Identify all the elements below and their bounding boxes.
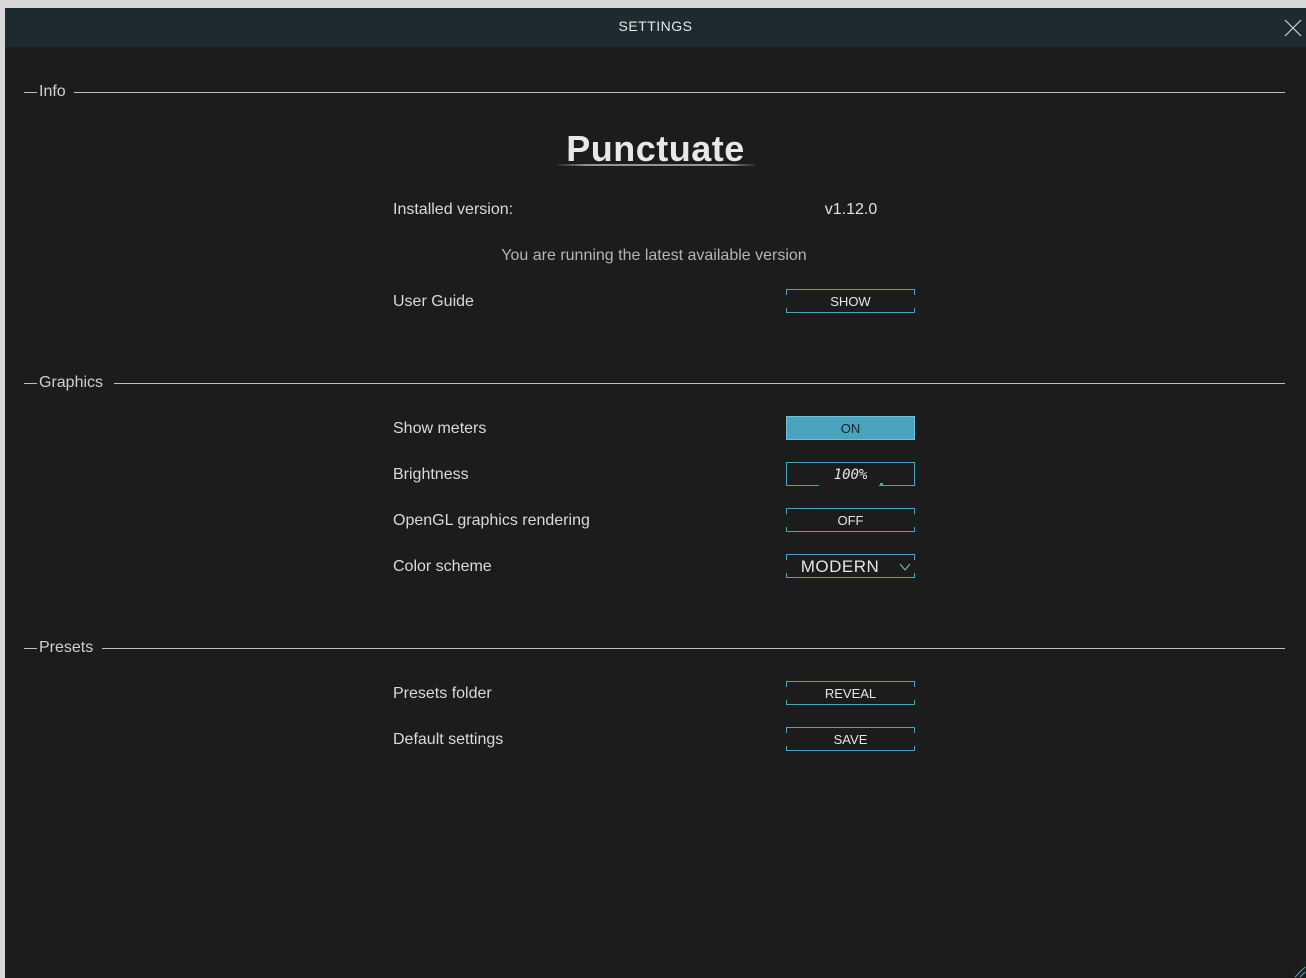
show-meters-toggle-label: ON — [840, 421, 861, 436]
section-header-presets: Presets — [24, 638, 1285, 658]
close-icon — [1284, 19, 1302, 37]
presets-folder-reveal-button[interactable]: REVEAL — [786, 681, 915, 705]
update-status-text: You are running the latest available ver… — [501, 247, 807, 264]
chevron-down-icon — [899, 563, 911, 571]
show-meters-toggle[interactable]: ON — [786, 416, 915, 440]
slider-track-gap — [819, 484, 879, 486]
brightness-label: Brightness — [393, 466, 469, 483]
section-divider — [102, 648, 1285, 649]
opengl-toggle[interactable]: OFF — [786, 508, 915, 532]
product-name-text: Punctuate — [566, 128, 745, 169]
user-guide-show-button-label: SHOW — [830, 294, 871, 309]
section-divider — [24, 92, 37, 93]
presets-folder-label: Presets folder — [393, 685, 492, 702]
section-divider — [24, 648, 37, 649]
section-header-info: Info — [24, 82, 1285, 102]
resize-grip-icon — [1294, 966, 1306, 978]
opengl-label: OpenGL graphics rendering — [393, 512, 590, 529]
default-settings-label: Default settings — [393, 731, 504, 748]
product-name: Punctuate — [558, 128, 755, 170]
color-scheme-value: MODERN — [800, 557, 880, 576]
presets-folder-reveal-button-label: REVEAL — [824, 686, 877, 701]
default-settings-save-button[interactable]: SAVE — [786, 727, 915, 751]
section-divider — [74, 92, 1285, 93]
product-logo: Punctuate — [5, 128, 1306, 170]
brightness-value: 100% — [833, 467, 868, 483]
installed-version-label: Installed version: — [393, 201, 514, 218]
slider-knob[interactable] — [880, 483, 883, 486]
close-button[interactable] — [1282, 17, 1304, 39]
color-scheme-dropdown[interactable]: MODERN — [786, 554, 915, 578]
user-guide-show-button[interactable]: SHOW — [786, 289, 915, 313]
settings-window: SETTINGS Info Punctuate Installed versio… — [5, 8, 1306, 978]
installed-version-value: v1.12.0 — [824, 201, 878, 218]
section-label-info: Info — [39, 83, 66, 100]
resize-grip[interactable] — [1292, 964, 1306, 978]
color-scheme-label: Color scheme — [393, 558, 492, 575]
default-settings-save-button-label: SAVE — [833, 732, 868, 747]
section-label-presets: Presets — [39, 639, 94, 656]
section-label-graphics: Graphics — [39, 374, 104, 391]
brightness-slider[interactable]: 100% — [786, 462, 915, 486]
user-guide-label: User Guide — [393, 293, 474, 310]
section-divider — [114, 383, 1285, 384]
section-divider — [24, 383, 37, 384]
opengl-toggle-label: OFF — [837, 513, 864, 528]
logo-underline — [558, 164, 755, 166]
show-meters-label: Show meters — [393, 420, 487, 437]
title-bar: SETTINGS — [5, 8, 1306, 47]
window-title: SETTINGS — [618, 18, 693, 34]
section-header-graphics: Graphics — [24, 373, 1285, 393]
